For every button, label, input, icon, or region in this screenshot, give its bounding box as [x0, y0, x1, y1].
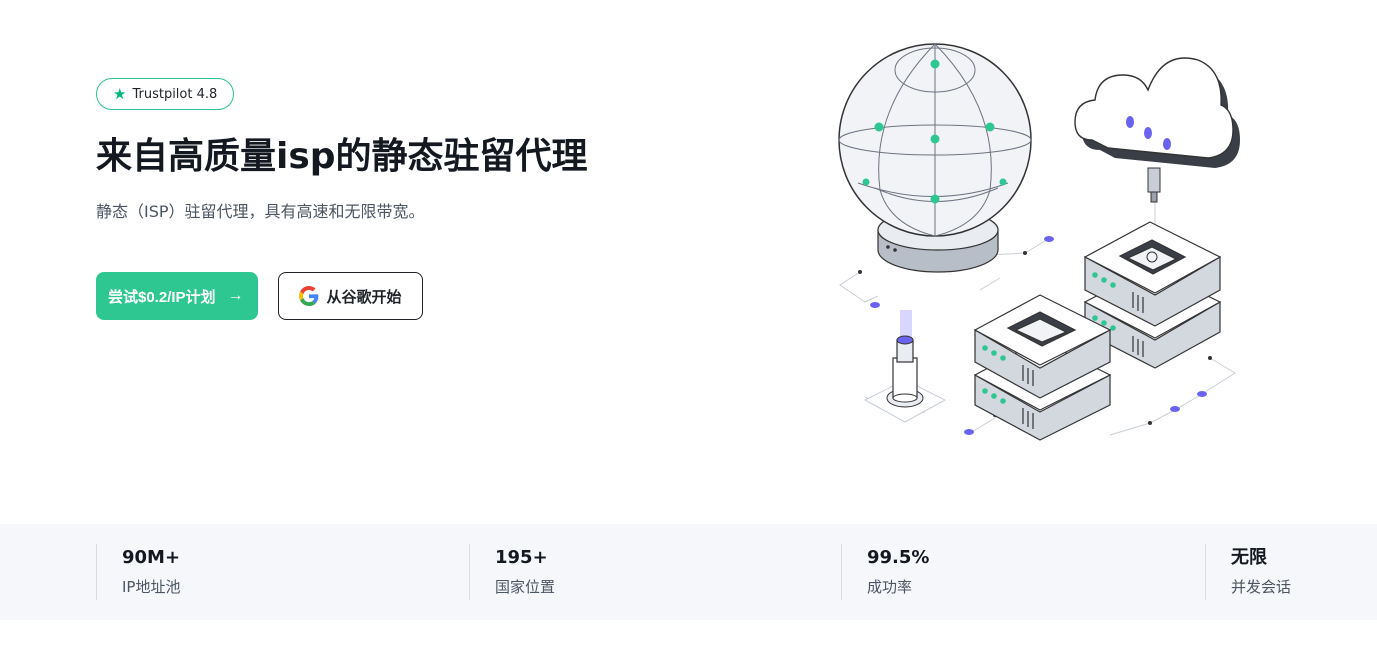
- stat-label: IP地址池: [122, 578, 181, 596]
- hero-section: ★ Trustpilot 4.8 来自高质量isp的静态驻留代理 静态（ISP）…: [0, 0, 1377, 524]
- stat-success-rate: 99.5% 成功率: [841, 544, 929, 600]
- trustpilot-badge[interactable]: ★ Trustpilot 4.8: [96, 78, 235, 110]
- google-icon: [298, 286, 318, 306]
- stat-ip-pool: 90M+ IP地址池: [96, 544, 180, 600]
- try-plan-button[interactable]: 尝试$0.2/IP计划 →: [96, 272, 258, 320]
- google-signup-label: 从谷歌开始: [326, 288, 402, 306]
- stat-value: 195+: [495, 547, 548, 568]
- page-title: 来自高质量isp的静态驻留代理: [96, 136, 588, 177]
- stat-value: 90M+: [122, 547, 181, 568]
- trustpilot-label: Trustpilot 4.8: [132, 86, 218, 102]
- proxy-network-illustration: [838, 43, 1240, 441]
- stat-value: 99.5%: [867, 547, 930, 568]
- stat-label: 国家位置: [495, 578, 556, 596]
- stat-value: 无限: [1231, 547, 1267, 568]
- stat-label: 并发会话: [1231, 578, 1292, 596]
- stat-countries: 195+ 国家位置: [469, 544, 555, 600]
- hero-content: ★ Trustpilot 4.8 来自高质量isp的静态驻留代理 静态（ISP）…: [96, 78, 616, 320]
- google-signup-button[interactable]: 从谷歌开始: [277, 272, 423, 320]
- stat-concurrent-sessions: 无限 并发会话: [1205, 544, 1291, 600]
- page-subtitle: 静态（ISP）驻留代理，具有高速和无限带宽。: [96, 202, 425, 221]
- try-plan-label: 尝试$0.2/IP计划: [108, 288, 216, 306]
- stat-label: 成功率: [867, 578, 913, 596]
- star-icon: ★: [113, 84, 127, 103]
- arrow-right-icon: →: [227, 287, 244, 304]
- stats-bar: 90M+ IP地址池 195+ 国家位置 99.5% 成功率 无限 并发会话: [0, 524, 1377, 620]
- hero-buttons: 尝试$0.2/IP计划 → 从谷歌开始: [96, 272, 616, 320]
